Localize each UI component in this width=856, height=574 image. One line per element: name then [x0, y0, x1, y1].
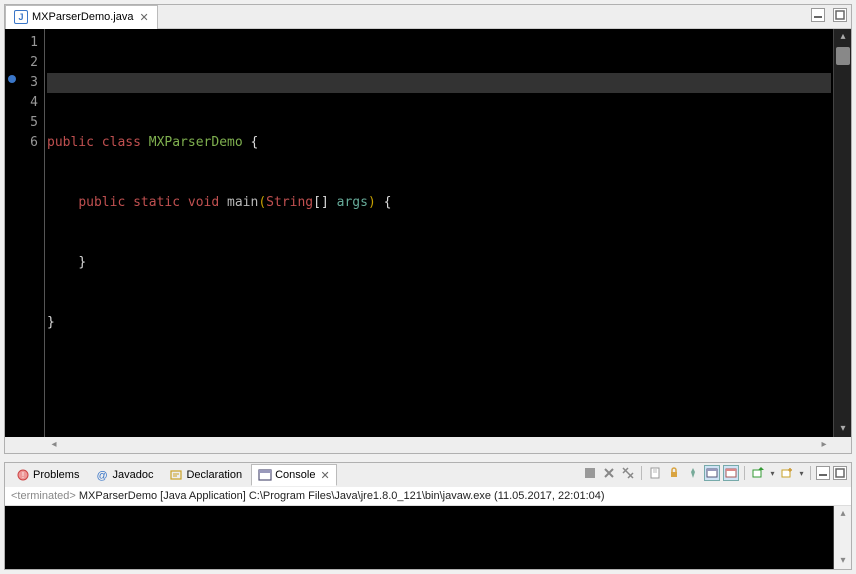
console-pane: ! Problems @ Javadoc Declaration Console… — [4, 462, 852, 570]
editor-tab-filename: MXParserDemo.java — [32, 11, 133, 23]
new-console-icon — [781, 467, 793, 479]
editor-pane-controls — [811, 8, 847, 22]
scroll-down-icon[interactable]: ▾ — [834, 553, 852, 569]
tab-label: Console — [275, 469, 315, 481]
tab-problems[interactable]: ! Problems — [9, 464, 86, 486]
line-number: 6 — [5, 133, 38, 153]
new-console-view-button[interactable] — [779, 465, 795, 481]
scroll-left-icon[interactable]: ◂ — [45, 437, 63, 453]
scroll-up-icon[interactable]: ▴ — [834, 506, 852, 522]
console-vertical-scrollbar[interactable]: ▴ ▾ — [833, 506, 851, 569]
code-line: } — [47, 313, 831, 333]
scroll-lock-button[interactable] — [666, 465, 682, 481]
code-editor[interactable]: 1 2 3 4 5 6 public class MXParserDemo { … — [5, 29, 851, 437]
scroll-up-icon[interactable]: ▴ — [834, 29, 851, 45]
close-icon[interactable]: ✕ — [320, 469, 329, 482]
console-status-line: <terminated> MXParserDemo [Java Applicat… — [5, 487, 851, 506]
toolbar-separator — [641, 466, 642, 480]
tab-declaration[interactable]: Declaration — [162, 464, 249, 486]
console-icon — [258, 468, 272, 482]
code-line — [47, 73, 831, 93]
maximize-icon — [835, 10, 845, 20]
code-body[interactable]: public class MXParserDemo { public stati… — [45, 29, 833, 437]
maximize-icon — [835, 468, 845, 478]
code-line: public static void main(String[] args) { — [47, 193, 831, 213]
console-toolbar: ▾ ▾ — [582, 465, 847, 481]
stdout-icon — [706, 467, 718, 479]
open-console-button[interactable] — [750, 465, 766, 481]
tab-label: Javadoc — [112, 469, 153, 481]
minimize-icon — [813, 10, 823, 20]
scroll-right-icon[interactable]: ▸ — [815, 437, 833, 453]
close-icon[interactable]: ✕ — [139, 11, 148, 24]
stop-icon — [584, 467, 596, 479]
code-line — [47, 373, 831, 393]
pin-icon — [687, 467, 699, 479]
terminate-button[interactable] — [582, 465, 598, 481]
editor-pane: J MXParserDemo.java ✕ 1 2 3 4 5 6 public… — [4, 4, 852, 454]
java-file-icon: J — [14, 10, 28, 24]
dropdown-icon[interactable]: ▾ — [798, 465, 805, 481]
tab-javadoc[interactable]: @ Javadoc — [88, 464, 160, 486]
code-line: public class MXParserDemo { — [47, 133, 831, 153]
show-standard-err-button[interactable] — [723, 465, 739, 481]
stderr-icon — [725, 467, 737, 479]
pin-console-button[interactable] — [685, 465, 701, 481]
toolbar-separator — [810, 466, 811, 480]
views-tab-bar: ! Problems @ Javadoc Declaration Console… — [5, 463, 851, 487]
terminated-label: <terminated> — [11, 490, 76, 502]
scroll-down-icon[interactable]: ▾ — [834, 421, 851, 437]
console-launch-info: MXParserDemo [Java Application] C:\Progr… — [76, 490, 605, 502]
remove-icon — [603, 467, 615, 479]
remove-launch-button[interactable] — [601, 465, 617, 481]
open-console-icon — [752, 467, 764, 479]
clear-console-button[interactable] — [647, 465, 663, 481]
lock-icon — [668, 467, 680, 479]
code-line: } — [47, 253, 831, 273]
maximize-pane-button[interactable] — [833, 8, 847, 22]
svg-text:!: ! — [22, 471, 24, 480]
maximize-pane-button[interactable] — [833, 466, 847, 480]
editor-horizontal-scrollbar[interactable]: ◂ ▸ — [5, 437, 851, 453]
javadoc-icon: @ — [95, 468, 109, 482]
minimize-pane-button[interactable] — [811, 8, 825, 22]
show-standard-out-button[interactable] — [704, 465, 720, 481]
minimize-pane-button[interactable] — [816, 466, 830, 480]
tab-console[interactable]: Console ✕ — [251, 464, 337, 486]
console-output-body[interactable] — [5, 506, 833, 569]
editor-tab-active[interactable]: J MXParserDemo.java ✕ — [5, 5, 158, 29]
remove-all-terminated-button[interactable] — [620, 465, 636, 481]
scrollbar-thumb[interactable] — [836, 47, 850, 65]
line-number: 4 — [5, 93, 38, 113]
toolbar-separator — [744, 466, 745, 480]
editor-tab-bar: J MXParserDemo.java ✕ — [5, 5, 851, 29]
problems-icon: ! — [16, 468, 30, 482]
clear-icon — [649, 467, 661, 479]
svg-text:@: @ — [97, 470, 108, 482]
line-number: 5 — [5, 113, 38, 133]
editor-vertical-scrollbar[interactable]: ▴ ▾ — [833, 29, 851, 437]
console-output[interactable]: ▴ ▾ — [5, 506, 851, 569]
line-number-gutter: 1 2 3 4 5 6 — [5, 29, 45, 437]
minimize-icon — [818, 468, 828, 478]
gutter-marker-icon[interactable] — [8, 75, 16, 83]
line-number: 2 — [5, 53, 38, 73]
declaration-icon — [169, 468, 183, 482]
line-number: 1 — [5, 33, 38, 53]
tab-label: Declaration — [186, 469, 242, 481]
tab-label: Problems — [33, 469, 79, 481]
remove-all-icon — [622, 467, 634, 479]
dropdown-icon[interactable]: ▾ — [769, 465, 776, 481]
